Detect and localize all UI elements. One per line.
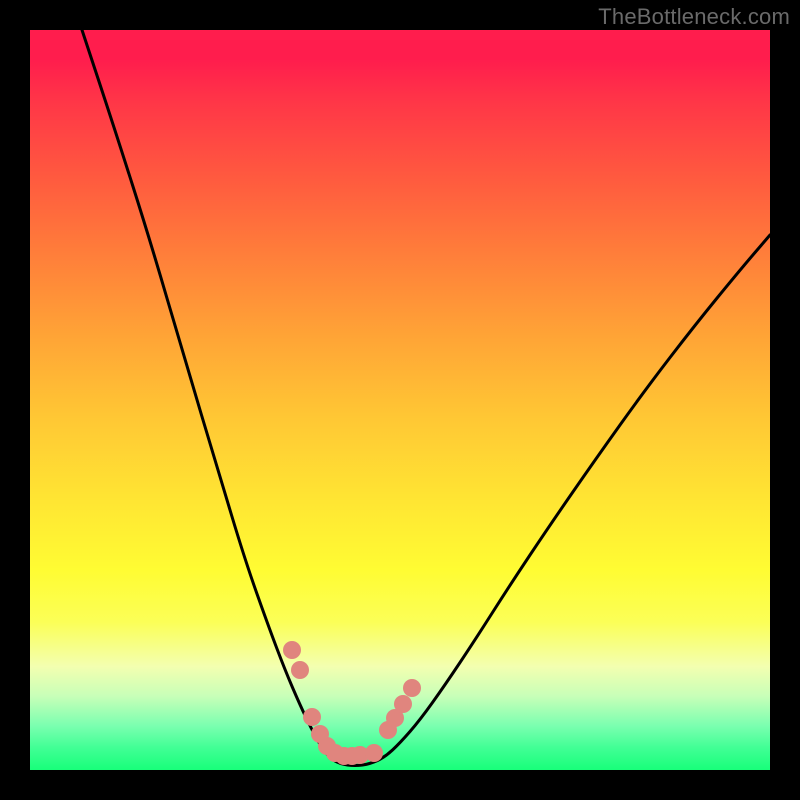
marker-dot: [394, 695, 412, 713]
marker-dot: [291, 661, 309, 679]
chart-frame: TheBottleneck.com: [0, 0, 800, 800]
marker-dot: [283, 641, 301, 659]
marker-cluster: [283, 641, 421, 765]
marker-dot: [303, 708, 321, 726]
marker-dot: [365, 744, 383, 762]
watermark-text: TheBottleneck.com: [598, 4, 790, 30]
chart-svg: [30, 30, 770, 770]
bottleneck-curve: [82, 30, 770, 766]
chart-plot-area: [30, 30, 770, 770]
marker-dot: [403, 679, 421, 697]
